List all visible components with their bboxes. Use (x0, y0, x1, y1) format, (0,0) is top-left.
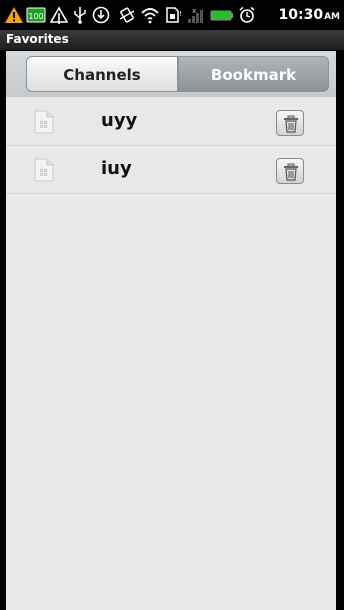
sim-icon: ! (166, 7, 182, 23)
battery-badge-text: 100 (28, 12, 43, 21)
signal-icon: x (188, 7, 203, 23)
content-area: Channels Bookmark uyy iuy (6, 51, 336, 610)
tab-bookmark[interactable]: Bookmark (178, 56, 329, 92)
clock-time: 10:30 (278, 7, 324, 23)
svg-text:!: ! (179, 10, 182, 18)
download-icon (92, 6, 110, 24)
trash-icon (284, 163, 298, 181)
battery-icon (210, 10, 233, 21)
page-title: Favorites (6, 32, 69, 46)
file-icon (34, 158, 54, 182)
status-bar: 100 ! x 10:30AM (0, 0, 344, 30)
clock: 10:30AM (279, 7, 341, 23)
alarm-icon (239, 6, 255, 23)
tab-bar: Channels Bookmark (6, 51, 336, 97)
file-icon (34, 110, 54, 134)
vibrate-icon (119, 7, 135, 23)
list-item[interactable]: iuy (6, 146, 336, 194)
delete-button[interactable] (276, 158, 304, 184)
warning-icon (5, 7, 23, 23)
battery-100-badge-icon: 100 (26, 7, 46, 23)
tab-channels[interactable]: Channels (26, 56, 178, 92)
bookmark-label: iuy (101, 158, 132, 179)
title-bar: Favorites (0, 30, 344, 51)
list-item[interactable]: uyy (6, 98, 336, 146)
usb-debug-icon (50, 6, 68, 24)
trash-icon (284, 115, 298, 133)
bookmark-list: uyy iuy (6, 98, 336, 194)
clock-ampm: AM (324, 12, 340, 22)
usb-icon (74, 7, 86, 24)
bookmark-label: uyy (101, 110, 138, 131)
svg-text:x: x (192, 7, 196, 15)
delete-button[interactable] (276, 110, 304, 136)
wifi-icon (141, 8, 159, 24)
